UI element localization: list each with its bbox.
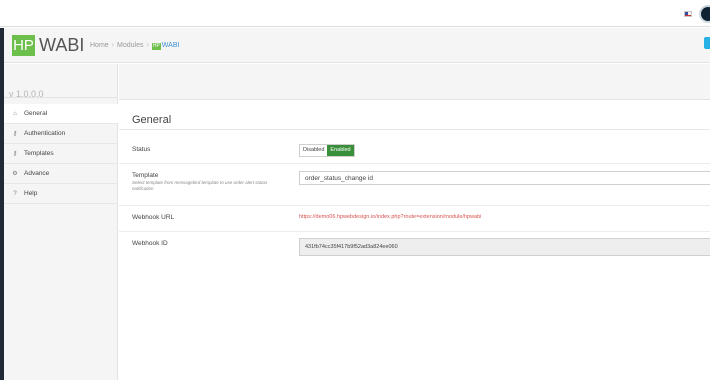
- sidebar-divider: [4, 97, 118, 98]
- webhook-url-label: Webhook URL: [132, 214, 175, 221]
- row-divider: [119, 231, 710, 232]
- page-header: HP WABI Home › Modules › HP WABI: [4, 28, 710, 63]
- key-icon: ⚷: [12, 131, 18, 137]
- sidebar-item-authentication[interactable]: ⚷ Authentication: [4, 124, 118, 144]
- section-divider: [119, 129, 710, 130]
- row-divider: [119, 163, 710, 164]
- breadcrumb-home-link[interactable]: Home: [90, 42, 109, 49]
- sidebar-item-label: General: [24, 110, 48, 117]
- status-disabled-option[interactable]: Disabled: [300, 145, 327, 156]
- sidebar-item-advance[interactable]: ⚙ Advance: [4, 164, 118, 184]
- floating-action-tab[interactable]: [704, 37, 710, 49]
- section-title: General: [132, 114, 172, 126]
- breadcrumb-current-badge: HP: [151, 43, 161, 50]
- breadcrumb: Home › Modules › HP WABI: [90, 41, 179, 51]
- question-circle-icon: ?: [13, 190, 17, 197]
- sidebar-item-label: Advance: [24, 170, 50, 177]
- language-flag-icon[interactable]: [684, 11, 692, 17]
- sidebar-item-label: Authentication: [24, 130, 66, 137]
- top-bar: [0, 0, 710, 27]
- key-icon: ⚷: [12, 151, 18, 157]
- user-avatar[interactable]: [699, 5, 710, 23]
- webhook-id-label: Webhook ID: [132, 240, 168, 247]
- content-toolbar: [119, 64, 710, 100]
- sidebar-item-general[interactable]: ⌂ General: [4, 104, 119, 124]
- sidebar-item-help[interactable]: ? Help: [4, 184, 118, 204]
- sidebar-item-templates[interactable]: ⚷ Templates: [4, 144, 118, 164]
- webhook-url-value[interactable]: https://demo06.hpwebdesign.io/index.php?…: [299, 214, 481, 220]
- home-icon: ⌂: [13, 110, 17, 117]
- cogs-icon: ⚙: [12, 171, 18, 177]
- breadcrumb-current[interactable]: WABI: [162, 42, 180, 49]
- breadcrumb-modules-link[interactable]: Modules: [117, 42, 143, 49]
- status-toggle: Disabled Enabled: [299, 144, 355, 157]
- breadcrumb-separator: ›: [146, 42, 149, 49]
- template-label: Template: [132, 172, 159, 179]
- sidebar: v 1.0.0.0 ⌂ General ⚷ Authentication ⚷ T…: [4, 64, 119, 380]
- sidebar-item-label: Templates: [24, 150, 54, 157]
- template-field[interactable]: order_status_change id: [299, 171, 710, 185]
- status-label: Status: [132, 146, 151, 153]
- webhook-id-field[interactable]: 431fb74cc35f417b9f52ad3a824ee060: [299, 238, 710, 256]
- page-title: WABI: [39, 35, 85, 55]
- sidebar-nav: ⌂ General ⚷ Authentication ⚷ Templates ⚙…: [4, 104, 119, 204]
- row-divider: [119, 205, 710, 206]
- template-hint: Select template from messagebird templat…: [132, 180, 268, 191]
- breadcrumb-separator: ›: [111, 42, 115, 49]
- logo-badge: HP: [12, 35, 35, 56]
- status-enabled-option[interactable]: Enabled: [327, 145, 354, 156]
- sidebar-item-label: Help: [24, 190, 38, 197]
